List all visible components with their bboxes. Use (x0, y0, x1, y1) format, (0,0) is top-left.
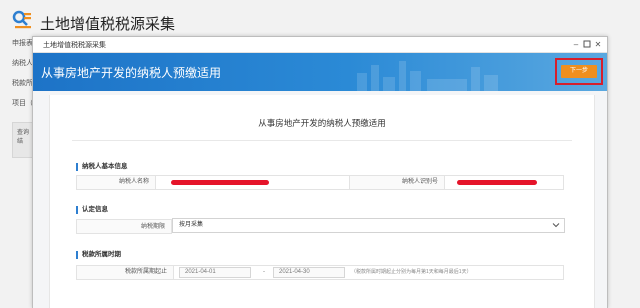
tax-period-hint: （税款所属时期起止分别为每月第1天和每月最后1天） (351, 269, 472, 275)
row-period: 纳税期限 按月采集 (76, 218, 565, 234)
bg-query-label: 查询结 (17, 130, 30, 145)
dialog-title: 土地增值税税源采集 (43, 42, 106, 49)
tax-period-value: 按月采集 (179, 222, 204, 228)
row-separator (173, 266, 174, 279)
banner-skyline-icon (357, 61, 498, 91)
row-separator (155, 176, 156, 189)
date-range-separator: - (263, 269, 265, 275)
period-start-field[interactable]: 2021-04-01 (179, 267, 251, 278)
app-logo-icon (12, 10, 31, 29)
close-icon[interactable]: ✕ (593, 39, 603, 50)
chevron-down-icon (552, 221, 560, 231)
form-card: 从事房地产开发的纳税人预缴适用 纳税人基本信息 纳税人名称 纳税人识别号 认定信… (49, 95, 595, 308)
next-step-button[interactable]: 下一步 (561, 65, 597, 78)
taxpayer-id-redaction (457, 180, 537, 185)
period-end-field[interactable]: 2021-04-30 (273, 267, 345, 278)
row-basic-info: 纳税人名称 纳税人识别号 (76, 175, 564, 190)
row-tax-period: 税款所属期起止 2021-04-01 - 2021-04-30 （税款所属时期起… (76, 265, 564, 280)
form-divider (72, 140, 572, 141)
section-title-tax-period: 税款所属时期 (76, 251, 121, 259)
section-title-identify: 认定信息 (76, 206, 108, 214)
taxpayer-id-label: 纳税人识别号 (350, 176, 444, 189)
tax-period-range-label: 税款所属期起止 (77, 266, 173, 279)
tax-source-dialog: 土地增值税税源采集 – ✕ 从事房地产开发的纳税人预缴适用 下一步 从事房地产开… (32, 36, 608, 308)
banner-title: 从事房地产开发的纳税人预缴适用 (41, 66, 222, 80)
dialog-banner: 从事房地产开发的纳税人预缴适用 下一步 (33, 53, 607, 91)
bg-label-period: 税款所 (12, 80, 33, 87)
section-title-basic: 纳税人基本信息 (76, 163, 128, 171)
form-title: 从事房地产开发的纳税人预缴适用 (258, 118, 386, 128)
bg-query-panel: 查询结 (12, 122, 34, 158)
taxpayer-name-redaction (171, 180, 269, 185)
dialog-titlebar: 土地增值税税源采集 – ✕ (33, 37, 607, 53)
dialog-content: 从事房地产开发的纳税人预缴适用 纳税人基本信息 纳税人名称 纳税人识别号 认定信… (33, 91, 607, 308)
maximize-icon[interactable] (582, 39, 592, 50)
bg-label-taxpayer: 纳税人 (12, 60, 33, 67)
next-button-highlight: 下一步 (555, 58, 603, 85)
taxpayer-name-label: 纳税人名称 (77, 176, 155, 189)
minimize-icon[interactable]: – (571, 39, 581, 50)
bg-label-project: 项目（ (12, 100, 33, 107)
row-separator (444, 176, 445, 189)
app-title: 土地增值税税源采集 (40, 16, 176, 33)
tax-period-label: 纳税期限 (76, 219, 172, 234)
bg-label-report: 申报表 (12, 40, 33, 47)
tax-period-select[interactable]: 按月采集 (172, 218, 565, 233)
